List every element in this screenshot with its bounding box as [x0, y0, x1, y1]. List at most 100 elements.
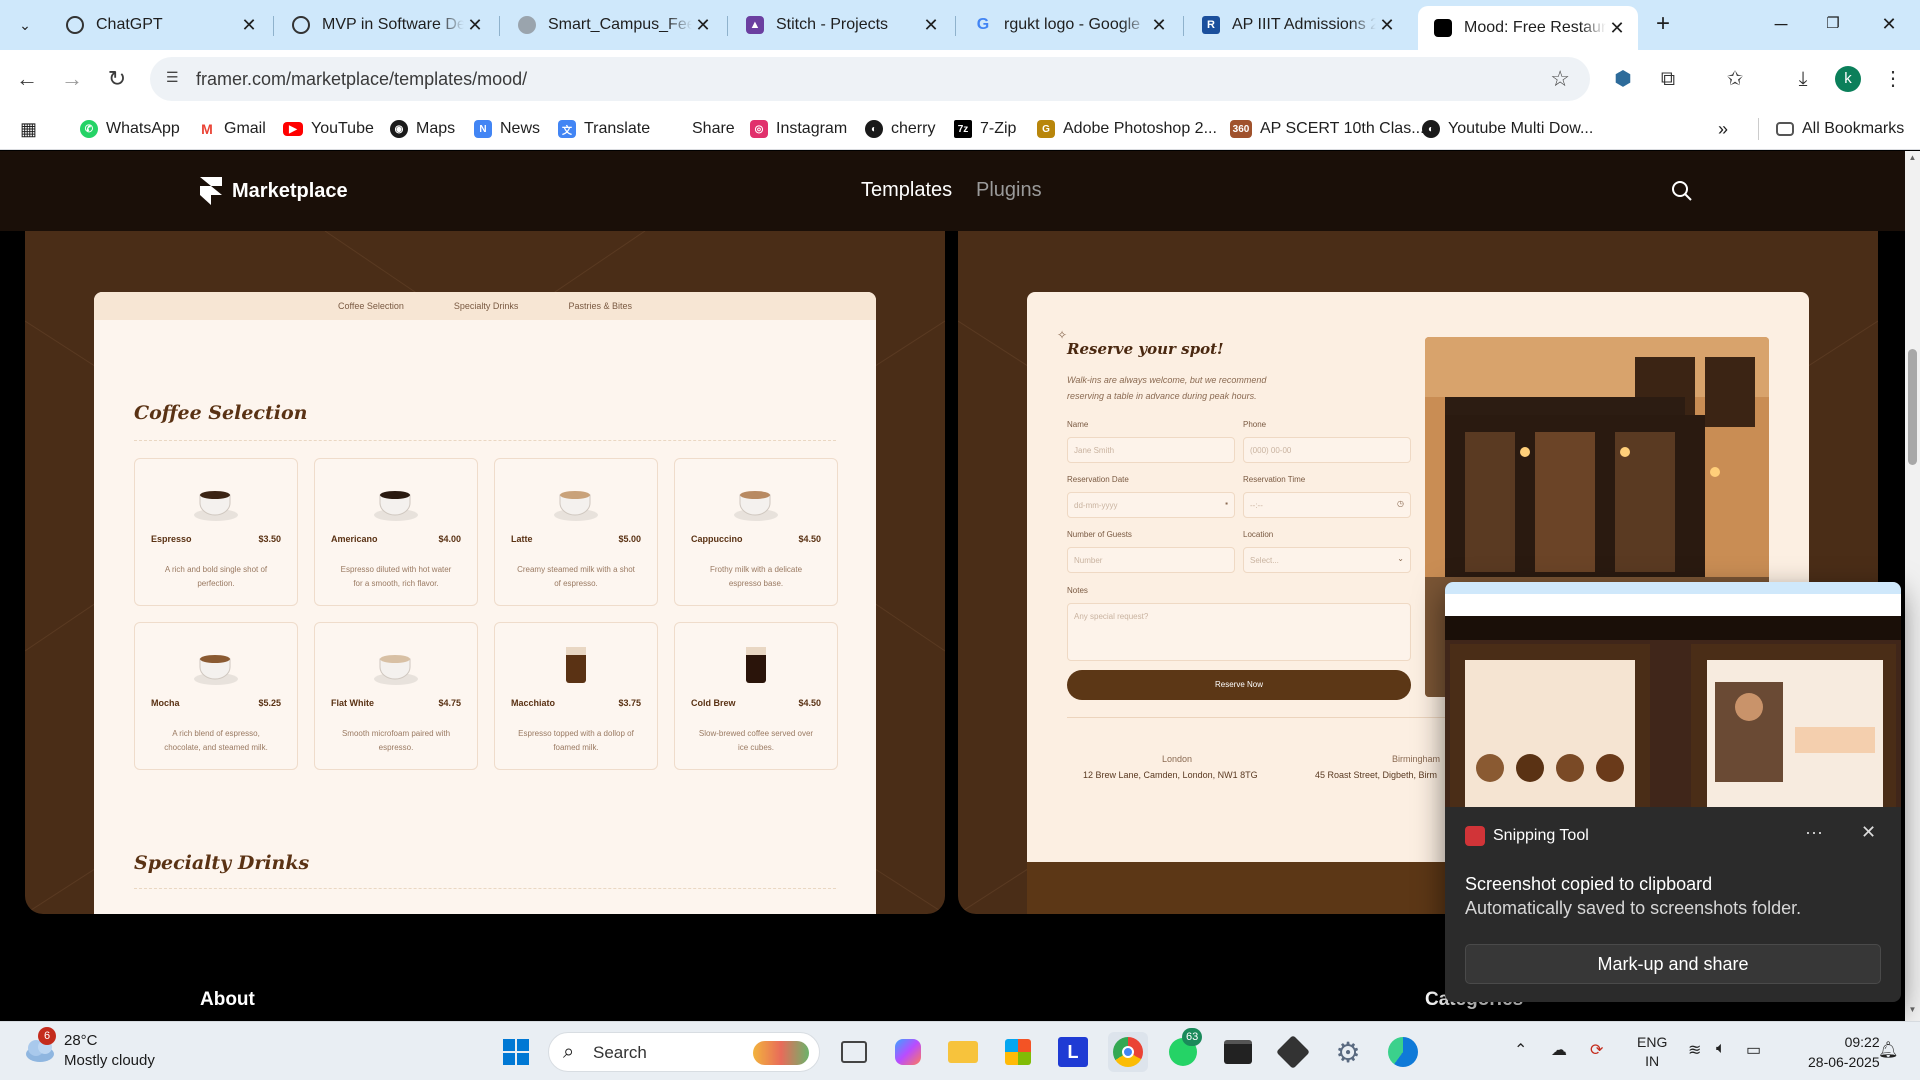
- tab-search-button[interactable]: ⌄: [8, 10, 42, 40]
- phone-field[interactable]: (000) 00-00: [1243, 437, 1411, 463]
- system-clock[interactable]: 09:22 28-06-2025: [1808, 1032, 1880, 1072]
- menu-kebab-icon[interactable]: ⋮: [1878, 64, 1908, 94]
- tab-mvp[interactable]: MVP in Software Dev ✕: [276, 6, 496, 44]
- tab-stitch[interactable]: ▲ Stitch - Projects ✕: [730, 6, 952, 44]
- bookmark-star-icon[interactable]: ☆: [1550, 66, 1570, 92]
- weather-widget[interactable]: 28°C Mostly cloudy: [64, 1031, 155, 1071]
- back-button[interactable]: ←: [10, 62, 44, 96]
- bookmark-photoshop[interactable]: G Adobe Photoshop 2...: [1037, 118, 1217, 140]
- more-bookmarks-chevron-icon[interactable]: »: [1718, 118, 1728, 140]
- close-icon[interactable]: ✕: [1148, 15, 1170, 36]
- restore-button[interactable]: ❐: [1810, 8, 1856, 40]
- extension-icon[interactable]: ⬢: [1608, 64, 1638, 94]
- profile-avatar[interactable]: k: [1835, 66, 1861, 92]
- search-icon[interactable]: [1668, 177, 1696, 205]
- coffee-item-card[interactable]: Latte $5.00 Creamy steamed milk with a sho…: [494, 458, 658, 606]
- marketplace-logo[interactable]: Marketplace: [200, 177, 348, 205]
- notification-bell-icon[interactable]: 🔔︎: [1878, 1040, 1898, 1060]
- l-app-icon[interactable]: L: [1053, 1032, 1093, 1072]
- forward-button[interactable]: →: [55, 62, 89, 96]
- tab-google[interactable]: G rgukt logo - Google ✕: [958, 6, 1180, 44]
- bookmark-cherry[interactable]: ◐ cherry: [865, 118, 935, 140]
- bookmark-gmail[interactable]: M Gmail: [198, 118, 266, 140]
- edge-icon[interactable]: [1383, 1032, 1423, 1072]
- battery-icon[interactable]: ▭: [1746, 1040, 1761, 1060]
- bookmark-maps[interactable]: ◉ Maps: [390, 118, 455, 140]
- close-icon[interactable]: ✕: [238, 15, 260, 36]
- name-field[interactable]: Jane Smith: [1067, 437, 1235, 463]
- close-icon[interactable]: ✕: [1376, 15, 1398, 36]
- site-info-icon[interactable]: ☰: [166, 69, 186, 89]
- reload-button[interactable]: ↻: [100, 62, 134, 96]
- more-options-icon[interactable]: ···: [1805, 822, 1823, 843]
- tab-mood-active[interactable]: Mood: Free Restaura ✕: [1418, 6, 1638, 50]
- bookmark-scert[interactable]: 360 AP SCERT 10th Clas...: [1230, 118, 1425, 140]
- coffee-item-card[interactable]: Cappuccino $4.50 Frothy milk with a delica…: [674, 458, 838, 606]
- start-button[interactable]: [496, 1032, 536, 1072]
- time-field[interactable]: --:-- ◷: [1243, 492, 1411, 518]
- box-app-icon[interactable]: [1273, 1032, 1313, 1072]
- apps-grid-icon[interactable]: ▦: [20, 118, 37, 140]
- microsoft-store-icon[interactable]: [998, 1032, 1038, 1072]
- coffee-item-card[interactable]: Flat White $4.75 Smooth microfoam paired w…: [314, 622, 478, 770]
- scroll-down-icon[interactable]: ▼: [1905, 1005, 1920, 1019]
- close-icon[interactable]: ✕: [464, 15, 486, 36]
- bookmark-share[interactable]: Share: [692, 118, 735, 140]
- minimize-button[interactable]: ─: [1758, 8, 1804, 40]
- show-hidden-icons-chevron[interactable]: ⌃: [1514, 1040, 1527, 1060]
- bookmark-instagram[interactable]: ◎ Instagram: [750, 118, 847, 140]
- url-text[interactable]: framer.com/marketplace/templates/mood/: [196, 69, 527, 90]
- address-bar[interactable]: ☰ framer.com/marketplace/templates/mood/…: [150, 57, 1590, 101]
- coffee-item-card[interactable]: Mocha $5.25 A rich blend of espresso, choc…: [134, 622, 298, 770]
- favorites-icon[interactable]: ✩: [1720, 64, 1750, 94]
- settings-gear-icon[interactable]: ⚙: [1328, 1032, 1368, 1072]
- scroll-up-icon[interactable]: ▲: [1905, 153, 1920, 167]
- close-icon[interactable]: ✕: [692, 15, 714, 36]
- chrome-icon[interactable]: [1108, 1032, 1148, 1072]
- sync-icon[interactable]: ⟳: [1590, 1040, 1603, 1060]
- tab-chatgpt[interactable]: ChatGPT ✕: [50, 6, 270, 44]
- close-icon[interactable]: ✕: [1861, 822, 1876, 843]
- guests-field[interactable]: Number: [1067, 547, 1235, 573]
- screenshot-thumbnail[interactable]: [1445, 582, 1901, 807]
- coffee-item-card[interactable]: Macchiato $3.75 Espresso topped with a dol…: [494, 622, 658, 770]
- language-indicator[interactable]: ENG IN: [1637, 1033, 1667, 1071]
- date-field[interactable]: dd-mm-yyyy ▪: [1067, 492, 1235, 518]
- markup-and-share-button[interactable]: Mark-up and share: [1465, 944, 1881, 984]
- bookmark-youtube-multi[interactable]: ◐ Youtube Multi Dow...: [1422, 118, 1593, 140]
- bookmark-news[interactable]: N News: [474, 118, 540, 140]
- onedrive-cloud-icon[interactable]: ☁: [1551, 1040, 1567, 1060]
- tab-smart-campus[interactable]: Smart_Campus_Feed ✕: [502, 6, 724, 44]
- copilot-icon[interactable]: [888, 1032, 928, 1072]
- new-tab-button[interactable]: +: [1648, 10, 1678, 40]
- extensions-puzzle-icon[interactable]: ⧉: [1653, 64, 1683, 94]
- taskbar-search[interactable]: ⌕ Search: [548, 1032, 820, 1072]
- template-preview-menu[interactable]: Coffee Selection Specialty Drinks Pastri…: [25, 231, 945, 914]
- notes-textarea[interactable]: Any special request?: [1067, 603, 1411, 661]
- bookmark-translate[interactable]: 文 Translate: [558, 118, 650, 140]
- window-close-button[interactable]: ✕: [1866, 8, 1912, 40]
- volume-icon[interactable]: 🔈︎: [1716, 1040, 1726, 1058]
- coffee-item-card[interactable]: Espresso $3.50 A rich and bold single shot…: [134, 458, 298, 606]
- nav-plugins[interactable]: Plugins: [976, 179, 1042, 202]
- task-view-icon[interactable]: [834, 1032, 874, 1072]
- scrollbar-thumb[interactable]: [1908, 349, 1917, 465]
- all-bookmarks[interactable]: All Bookmarks: [1776, 118, 1904, 140]
- snipping-tool-notification[interactable]: Snipping Tool ··· ✕ Screenshot copied to…: [1445, 582, 1901, 1002]
- reserve-now-button[interactable]: Reserve Now: [1067, 670, 1411, 700]
- bookmark-7zip[interactable]: 7z 7-Zip: [954, 118, 1016, 140]
- page-scrollbar[interactable]: ▲ ▼: [1905, 151, 1920, 1021]
- coffee-item-card[interactable]: Cold Brew $4.50 Slow-brewed coffee served …: [674, 622, 838, 770]
- bookmark-whatsapp[interactable]: ✆ WhatsApp: [80, 118, 180, 140]
- bookmark-youtube[interactable]: ▶ YouTube: [283, 118, 374, 140]
- tab-ap-iiit[interactable]: R AP IIIT Admissions 2 ✕: [1186, 6, 1408, 44]
- coffee-item-card[interactable]: Americano $4.00 Espresso diluted with hot …: [314, 458, 478, 606]
- location-select[interactable]: Select... ⌄: [1243, 547, 1411, 573]
- file-explorer-icon[interactable]: [943, 1032, 983, 1072]
- download-icon[interactable]: ⤓: [1788, 64, 1818, 94]
- close-icon[interactable]: ✕: [1606, 18, 1628, 39]
- wifi-icon[interactable]: ≋: [1688, 1040, 1701, 1060]
- terminal-icon[interactable]: [1218, 1032, 1258, 1072]
- close-icon[interactable]: ✕: [920, 15, 942, 36]
- nav-templates[interactable]: Templates: [861, 179, 952, 202]
